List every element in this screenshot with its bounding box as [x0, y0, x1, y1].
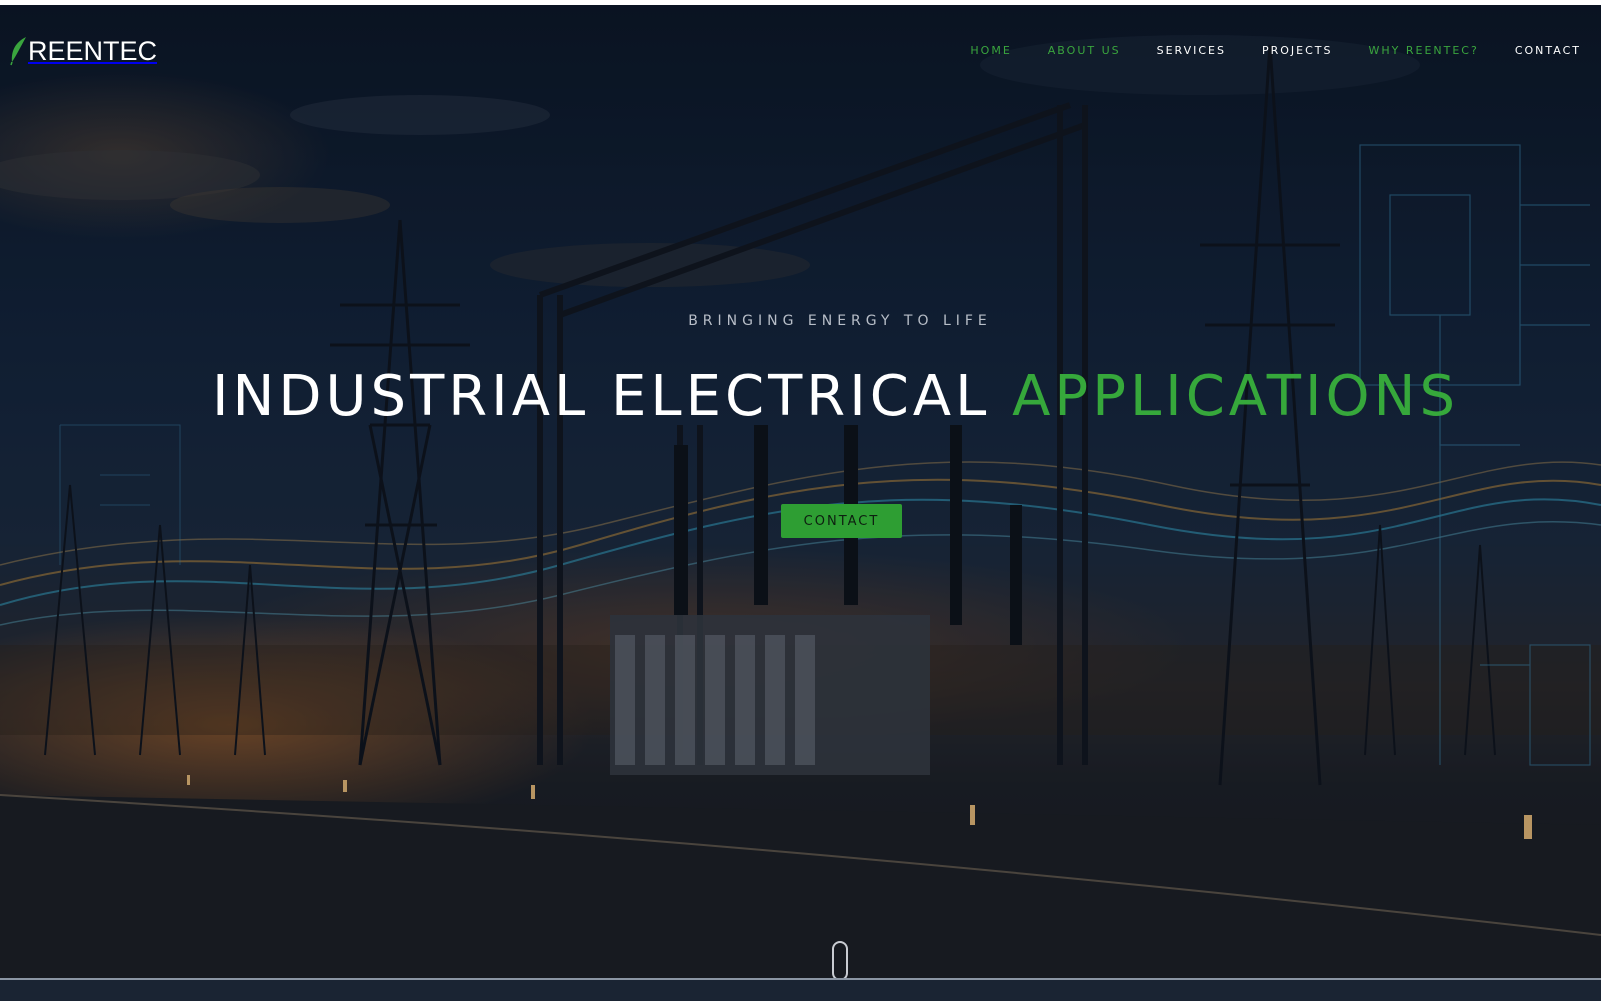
nav-item-projects[interactable]: PROJECTS [1226, 43, 1333, 59]
main-nav: HOME ABOUT US SERVICES PROJECTS WHY REEN… [934, 43, 1581, 59]
mouse-scroll-icon[interactable] [832, 941, 848, 981]
leaf-icon [10, 37, 26, 66]
nav-item-contact[interactable]: CONTACT [1479, 43, 1581, 59]
nav-item-why-reentec[interactable]: WHY REENTEC? [1333, 43, 1479, 59]
hero-headline: INDUSTRIAL ELECTRICAL APPLICATIONS [212, 365, 1459, 429]
nav-item-home[interactable]: HOME [934, 43, 1011, 59]
next-section-strip [0, 980, 1601, 1001]
headline-white-text: INDUSTRIAL ELECTRICAL [212, 364, 991, 429]
nav-item-services[interactable]: SERVICES [1121, 43, 1226, 59]
hero-overlay [0, 5, 1601, 980]
brand-name: REENTEC [28, 36, 158, 66]
hero-tagline: BRINGING ENERGY TO LIFE [688, 313, 992, 329]
nav-item-about-us[interactable]: ABOUT US [1012, 43, 1121, 59]
brand-logo[interactable]: REENTEC [10, 35, 157, 67]
page-frame: REENTEC HOME ABOUT US SERVICES PROJECTS … [0, 0, 1601, 1001]
headline-green-text: APPLICATIONS [1012, 364, 1459, 429]
hero-section: REENTEC HOME ABOUT US SERVICES PROJECTS … [0, 5, 1601, 980]
contact-button[interactable]: CONTACT [781, 504, 902, 538]
